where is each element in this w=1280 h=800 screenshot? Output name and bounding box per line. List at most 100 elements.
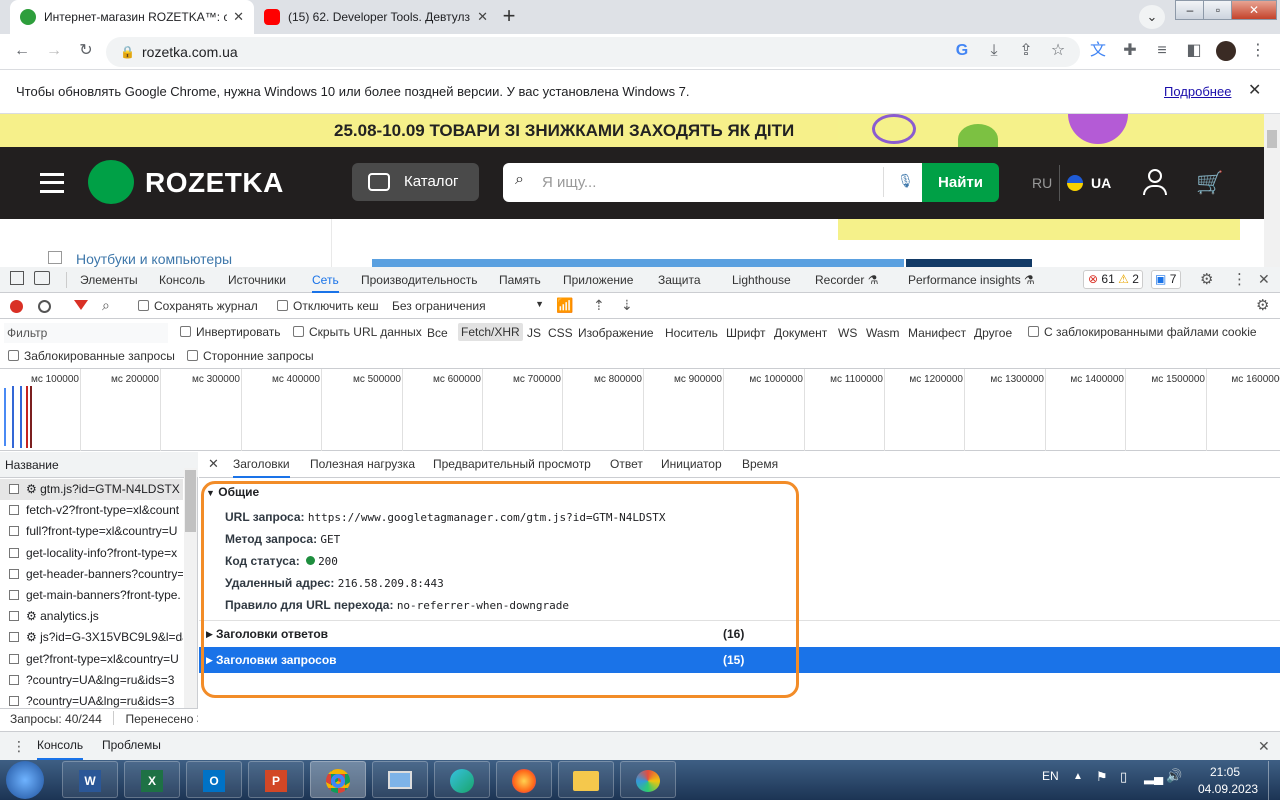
side-banner[interactable] (906, 259, 1032, 267)
request-row[interactable]: get?front-type=xl&country=U (0, 649, 183, 670)
translate-extension-icon[interactable]: 文 (1086, 39, 1110, 63)
rozetka-logo-text[interactable]: ROZETKA (145, 167, 284, 199)
request-row[interactable]: ?country=UA&lng=ru&ids=3 (0, 670, 183, 691)
clock-date[interactable]: 04.09.2023 (1198, 782, 1258, 796)
page-scrollbar[interactable] (1264, 114, 1280, 267)
back-arrow-icon[interactable]: ← (10, 39, 34, 63)
filter-funnel-icon[interactable] (74, 300, 88, 310)
request-row[interactable]: full?front-type=xl&country=U (0, 521, 183, 542)
network-conditions-wifi-icon[interactable]: 📶 (556, 297, 573, 314)
inspect-element-icon[interactable] (10, 271, 24, 285)
throttling-select[interactable]: Без ограничения ▼ (392, 299, 544, 313)
filter-type-css[interactable]: CSS (548, 326, 573, 340)
hide-data-urls-checkbox[interactable]: Скрыть URL данных (293, 325, 422, 339)
drawer-menu-kebab-icon[interactable]: ⋮ (12, 738, 26, 755)
lang-ua-button[interactable]: UA (1091, 175, 1111, 191)
search-button[interactable]: Найти (922, 163, 999, 202)
device-toolbar-icon[interactable] (34, 271, 50, 285)
tray-expand-icon[interactable]: ▲ (1073, 771, 1083, 782)
usb-device-icon[interactable]: ▯ (1120, 769, 1127, 785)
filter-input[interactable]: Фильтр (4, 323, 168, 343)
extensions-puzzle-icon[interactable]: ✚ (1118, 39, 1142, 63)
detail-tab-response[interactable]: Ответ (610, 452, 643, 478)
catalog-button[interactable]: Каталог (352, 163, 479, 201)
excel-app-icon[interactable]: X (124, 761, 180, 798)
volume-icon[interactable]: 🔊 (1166, 768, 1182, 784)
close-window-button[interactable]: ✕ (1231, 0, 1277, 20)
detail-tab-timing[interactable]: Время (742, 452, 778, 478)
main-banner[interactable] (372, 259, 904, 267)
export-har-download-icon[interactable]: ⇣ (621, 297, 633, 314)
infobar-learn-more-link[interactable]: Подробнее (1164, 70, 1231, 114)
search-input[interactable]: ⌕ Я ищу... 🎙 (503, 163, 923, 202)
request-row[interactable]: ⚙ js?id=G-3X15VBC9L9&l=da (0, 627, 183, 648)
request-row[interactable]: get-header-banners?country= (0, 564, 183, 585)
filter-type-ws[interactable]: WS (838, 326, 857, 340)
powerpoint-app-icon[interactable]: P (248, 761, 304, 798)
devtools-tab-lighthouse[interactable]: Lighthouse (732, 267, 791, 293)
rozetka-mascot-logo-icon[interactable] (88, 160, 134, 204)
page-scrollbar-thumb[interactable] (1267, 130, 1277, 148)
devtools-menu-kebab-icon[interactable]: ⋮ (1232, 270, 1247, 288)
devtools-tab-elements[interactable]: Элементы (80, 267, 138, 293)
filter-type-image[interactable]: Изображение (578, 326, 654, 340)
close-detail-icon[interactable]: ✕ (208, 456, 219, 472)
record-icon[interactable] (10, 300, 23, 313)
google-translate-icon[interactable]: G (950, 39, 974, 63)
devtools-tab-performance[interactable]: Производительность (361, 267, 477, 293)
infobar-close-icon[interactable]: ✕ (1248, 80, 1261, 100)
drawer-tab-issues[interactable]: Проблемы (102, 731, 161, 760)
share-icon[interactable]: ⇪ (1014, 39, 1038, 63)
search-icon[interactable]: ⌕ (102, 297, 110, 314)
media-queue-icon[interactable]: ≡ (1150, 39, 1174, 63)
messages-counter[interactable]: ▣ 7 (1151, 270, 1181, 289)
filter-type-fetch-xhr[interactable]: Fetch/XHR (458, 323, 523, 341)
edge-app-icon[interactable] (434, 761, 490, 798)
maximize-window-button[interactable]: ▫ (1203, 0, 1233, 20)
devtools-tab-recorder[interactable]: Recorder ⚗ (815, 267, 878, 293)
detail-tab-initiator[interactable]: Инициатор (661, 452, 722, 478)
drawer-close-icon[interactable]: ✕ (1258, 738, 1270, 755)
devtools-tab-application[interactable]: Приложение (563, 267, 633, 293)
chrome-app-icon[interactable] (310, 761, 366, 798)
file-explorer-app-icon[interactable] (558, 761, 614, 798)
request-row[interactable]: fetch-v2?front-type=xl&count (0, 500, 183, 521)
cart-icon[interactable]: 🛒 (1196, 170, 1224, 196)
drawer-tab-console[interactable]: Консоль (37, 731, 84, 760)
show-desktop-button[interactable] (1268, 761, 1280, 800)
request-list-scrollbar-thumb[interactable] (185, 470, 196, 532)
request-row[interactable]: ⚙ gtm.js?id=GTM-N4LDSTX (0, 479, 183, 500)
devtools-tab-console[interactable]: Консоль (159, 267, 205, 293)
windows-start-button[interactable] (6, 761, 44, 799)
lang-ru-button[interactable]: RU (1032, 175, 1052, 191)
minimize-window-button[interactable]: – (1175, 0, 1205, 20)
devtools-tab-memory[interactable]: Память (499, 267, 541, 293)
request-row[interactable]: get-locality-info?front-type=x (0, 543, 183, 564)
input-language-indicator[interactable]: EN (1042, 769, 1059, 783)
filter-type-wasm[interactable]: Wasm (866, 326, 900, 340)
detail-tab-payload[interactable]: Полезная нагрузка (310, 452, 415, 478)
reload-icon[interactable]: ↻ (74, 39, 98, 63)
paint-app-icon[interactable] (620, 761, 676, 798)
devtools-close-icon[interactable]: ✕ (1258, 271, 1270, 288)
address-bar[interactable]: 🔒 rozetka.com.ua (106, 37, 1080, 67)
profile-avatar[interactable] (1216, 41, 1236, 61)
close-tab-icon[interactable]: ✕ (477, 9, 488, 25)
import-har-upload-icon[interactable]: ⇡ (593, 297, 605, 314)
devtools-tab-sources[interactable]: Источники (228, 267, 286, 293)
preserve-log-checkbox[interactable]: Сохранять журнал (138, 299, 258, 313)
filter-type-media[interactable]: Носитель (665, 326, 718, 340)
devtools-tab-security[interactable]: Защита (658, 267, 701, 293)
filter-type-manifest[interactable]: Манифест (908, 326, 966, 340)
install-app-icon[interactable]: ⤓ (982, 39, 1006, 63)
new-tab-icon[interactable]: + (496, 5, 522, 29)
request-row[interactable]: get-main-banners?front-type. (0, 585, 183, 606)
issues-counter[interactable]: ⊗ 61 ⚠ 2 (1083, 270, 1143, 289)
tab-search-chevron-down-icon[interactable]: ⌄ (1139, 5, 1165, 29)
devtools-tab-performance-insights[interactable]: Performance insights ⚗ (908, 267, 1035, 293)
blocked-requests-checkbox[interactable]: Заблокированные запросы (8, 349, 175, 363)
detail-tab-headers[interactable]: Заголовки (233, 452, 290, 478)
request-list-scrollbar[interactable] (184, 468, 197, 708)
filter-type-other[interactable]: Другое (974, 326, 1012, 340)
side-panel-icon[interactable]: ◧ (1182, 39, 1206, 63)
